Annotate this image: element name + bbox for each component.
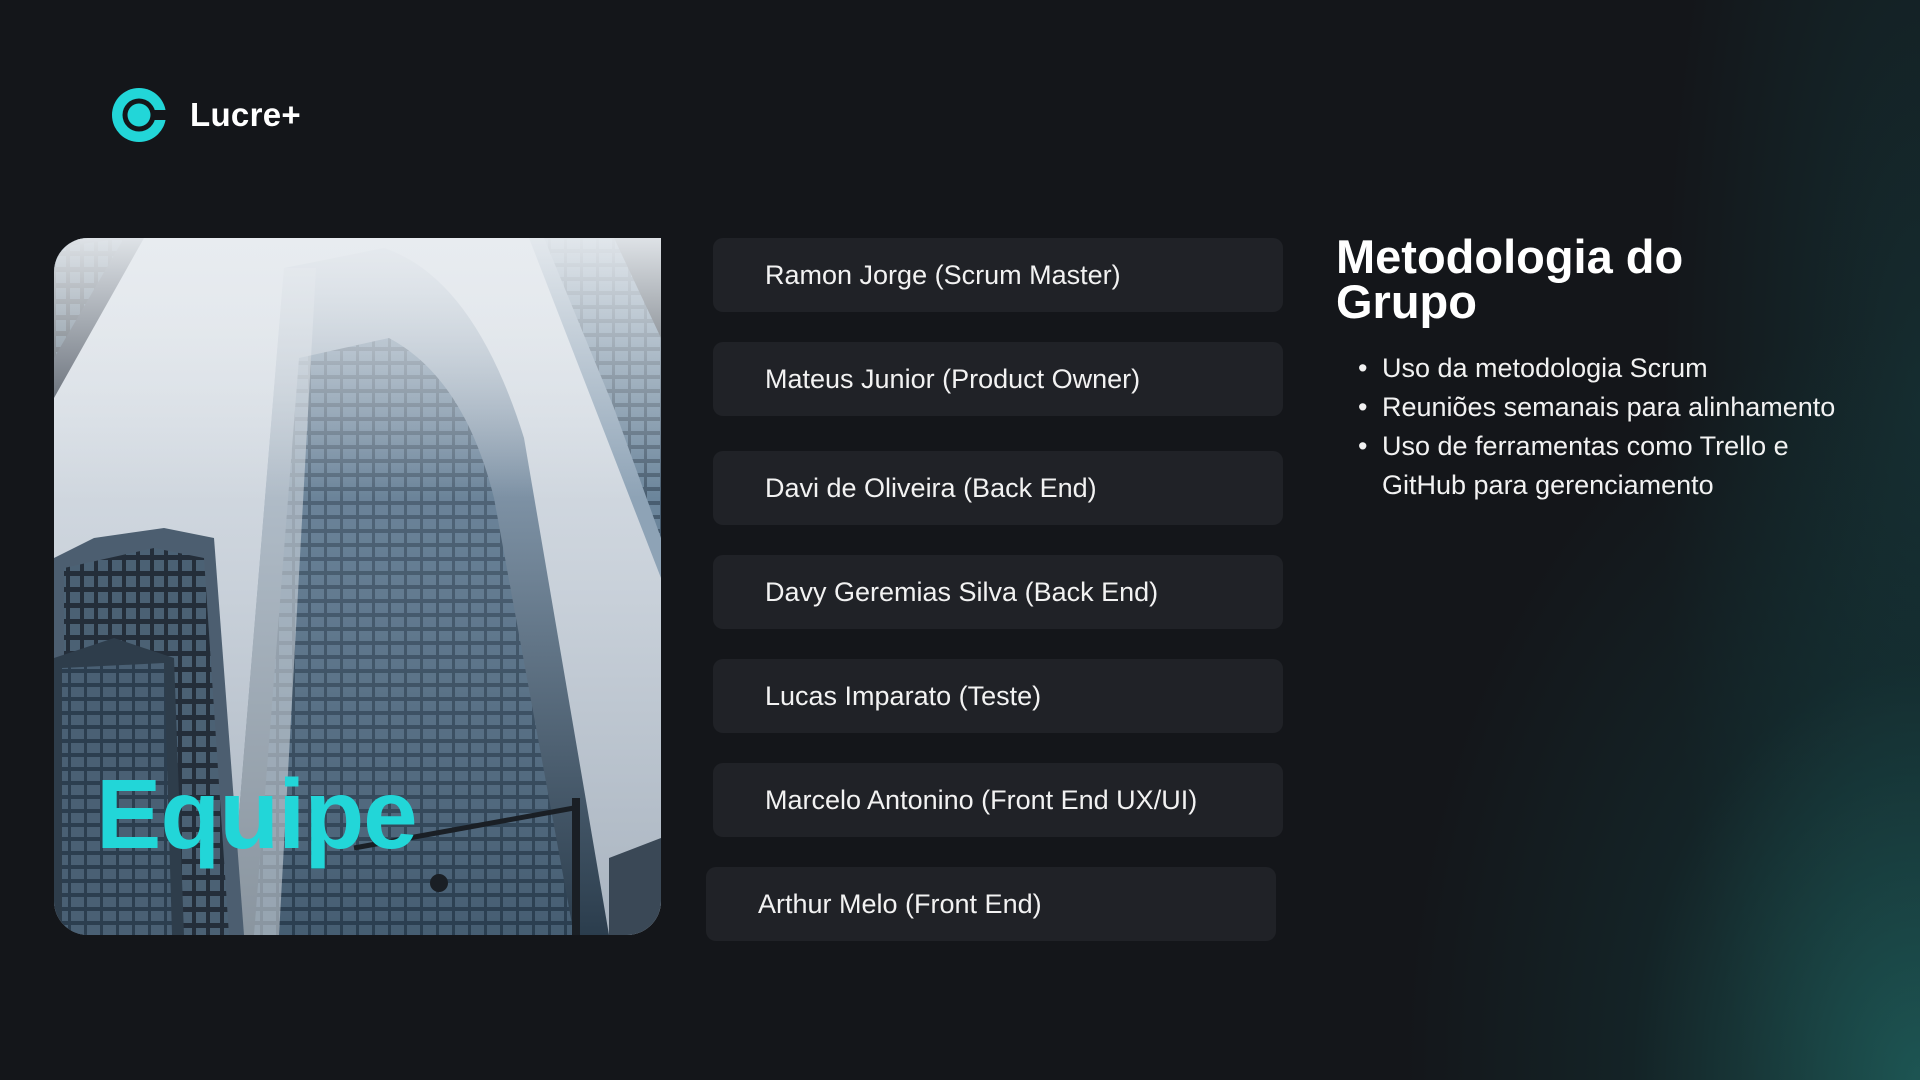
methodology-item: Uso da metodologia Scrum xyxy=(1358,349,1878,388)
methodology-item: Uso de ferramentas como Trello e GitHub … xyxy=(1358,427,1878,505)
lucre-logo-icon xyxy=(112,88,166,142)
team-member-item: Marcelo Antonino (Front End UX/UI) xyxy=(713,763,1283,837)
team-member-item: Mateus Junior (Product Owner) xyxy=(713,342,1283,416)
brand-name: Lucre+ xyxy=(190,96,301,133)
team-member-item: Ramon Jorge (Scrum Master) xyxy=(713,238,1283,312)
team-member-label: Ramon Jorge (Scrum Master) xyxy=(765,259,1121,290)
methodology-item: Reuniões semanais para alinhamento xyxy=(1358,388,1878,427)
methodology-title: Metodologia do Grupo xyxy=(1336,230,1684,328)
team-member-label: Lucas Imparato (Teste) xyxy=(765,680,1042,711)
team-photo-card: Equipe xyxy=(54,238,661,935)
methodology-list: Uso da metodologia Scrum Reuniões semana… xyxy=(1358,349,1878,505)
team-member-label: Marcelo Antonino (Front End UX/UI) xyxy=(765,784,1198,815)
team-member-label: Davy Geremias Silva (Back End) xyxy=(765,576,1159,607)
team-member-item: Lucas Imparato (Teste) xyxy=(713,659,1283,733)
team-member-label: Mateus Junior (Product Owner) xyxy=(765,363,1141,394)
photo-title: Equipe xyxy=(96,759,418,869)
brand-logo: Lucre+ xyxy=(112,88,301,142)
team-member-label: Davi de Oliveira (Back End) xyxy=(765,472,1097,503)
team-member-item: Arthur Melo (Front End) xyxy=(706,867,1276,941)
team-member-label: Arthur Melo (Front End) xyxy=(758,888,1042,919)
team-member-item: Davi de Oliveira (Back End) xyxy=(713,451,1283,525)
team-member-item: Davy Geremias Silva (Back End) xyxy=(713,555,1283,629)
